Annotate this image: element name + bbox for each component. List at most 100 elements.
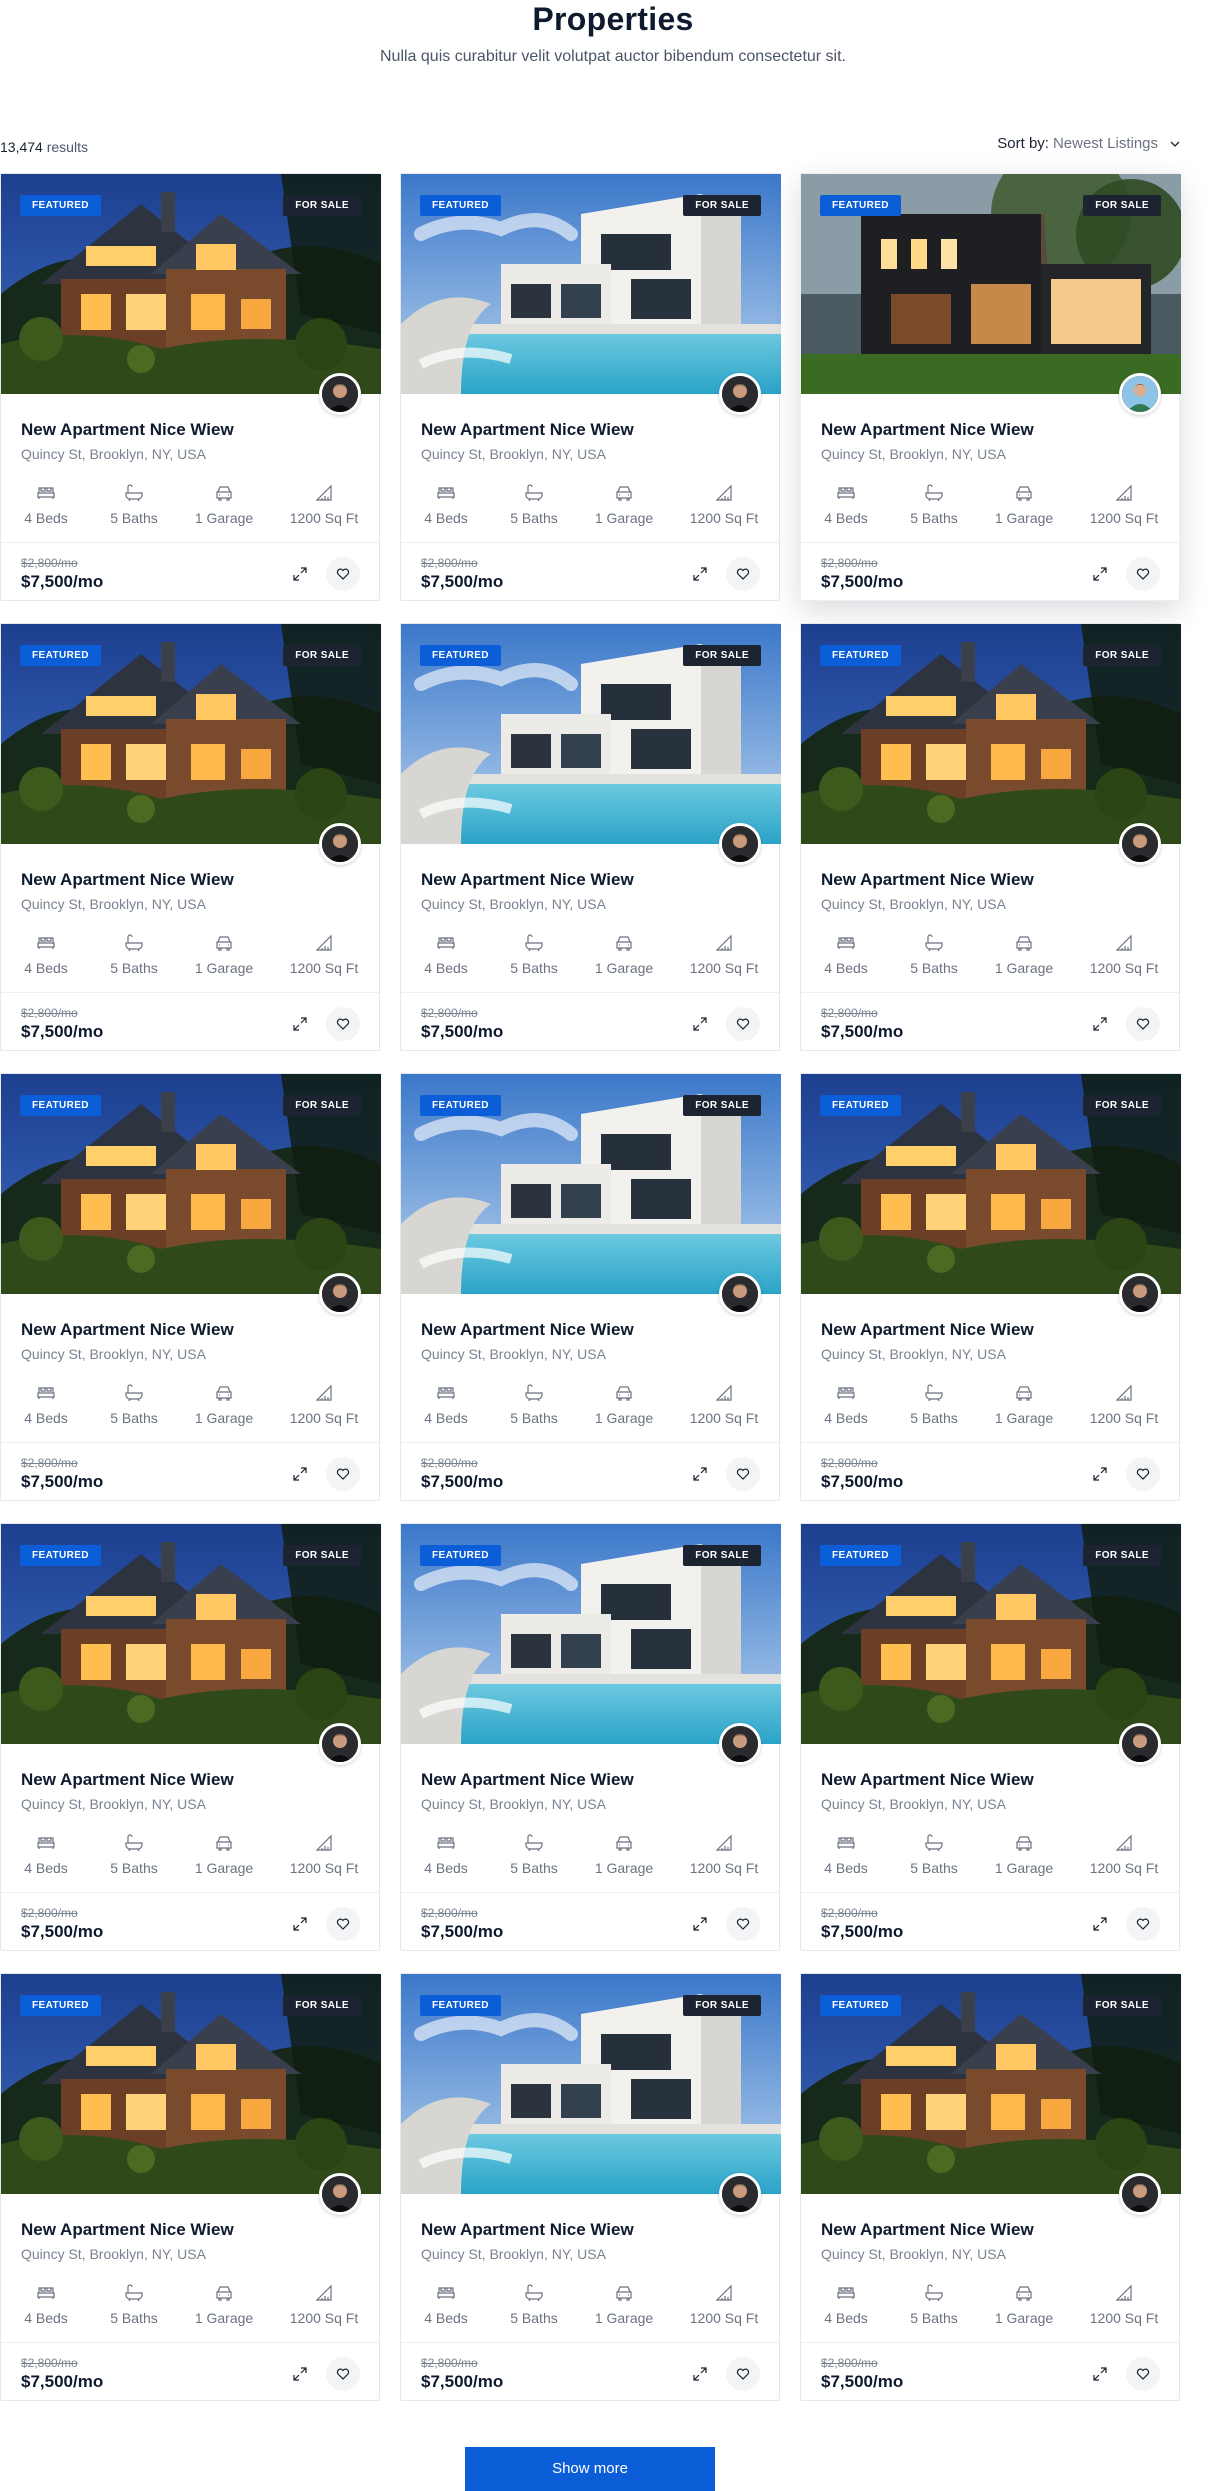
property-image[interactable]: FEATURED FOR SALE (401, 624, 781, 865)
property-title[interactable]: New Apartment Nice Wiew (21, 1770, 234, 1790)
property-card[interactable]: FEATURED FOR SALE New Apartment Nice Wie… (800, 1523, 1181, 1951)
card-divider (1, 1892, 381, 1893)
property-title[interactable]: New Apartment Nice Wiew (21, 2220, 234, 2240)
agent-avatar[interactable] (719, 1723, 761, 1765)
agent-avatar[interactable] (1119, 1723, 1161, 1765)
expand-button[interactable] (1083, 557, 1117, 591)
sort-dropdown[interactable]: Sort by: Newest Listings (997, 135, 1180, 152)
property-card[interactable]: FEATURED FOR SALE New Apartment Nice Wie… (800, 1973, 1181, 2401)
agent-avatar[interactable] (319, 1273, 361, 1315)
agent-avatar[interactable] (319, 373, 361, 415)
agent-avatar[interactable] (1119, 2173, 1161, 2215)
agent-avatar[interactable] (319, 823, 361, 865)
property-title[interactable]: New Apartment Nice Wiew (821, 420, 1034, 440)
favorite-button[interactable] (726, 557, 760, 591)
property-card[interactable]: FEATURED FOR SALE New Apartment Nice Wie… (0, 1973, 381, 2401)
property-card[interactable]: FEATURED FOR SALE New Apartment Nice Wie… (800, 173, 1181, 601)
property-image[interactable]: FEATURED FOR SALE (1, 1074, 381, 1315)
favorite-button[interactable] (1126, 2357, 1160, 2391)
property-card[interactable]: FEATURED FOR SALE New Apartment Nice Wie… (400, 173, 781, 601)
bed-icon (837, 1387, 855, 1399)
favorite-button[interactable] (1126, 1007, 1160, 1041)
property-card[interactable]: FEATURED FOR SALE New Apartment Nice Wie… (400, 1073, 781, 1501)
expand-icon (693, 567, 707, 581)
property-image[interactable]: FEATURED FOR SALE (801, 1524, 1181, 1765)
property-title[interactable]: New Apartment Nice Wiew (821, 870, 1034, 890)
agent-avatar[interactable] (319, 1723, 361, 1765)
property-image[interactable]: FEATURED FOR SALE (1, 624, 381, 865)
property-title[interactable]: New Apartment Nice Wiew (21, 870, 234, 890)
expand-button[interactable] (1083, 1457, 1117, 1491)
property-title[interactable]: New Apartment Nice Wiew (821, 1770, 1034, 1790)
property-image[interactable]: FEATURED FOR SALE (1, 174, 381, 415)
property-card[interactable]: FEATURED FOR SALE New Apartment Nice Wie… (0, 1523, 381, 1951)
expand-button[interactable] (283, 1907, 317, 1941)
favorite-button[interactable] (326, 1457, 360, 1491)
favorite-button[interactable] (1126, 1457, 1160, 1491)
agent-avatar[interactable] (1119, 1273, 1161, 1315)
favorite-button[interactable] (326, 1907, 360, 1941)
property-image[interactable]: FEATURED FOR SALE (1, 1524, 381, 1765)
favorite-button[interactable] (1126, 1907, 1160, 1941)
property-title[interactable]: New Apartment Nice Wiew (821, 1320, 1034, 1340)
property-image[interactable]: FEATURED FOR SALE (801, 1974, 1181, 2215)
property-card[interactable]: FEATURED FOR SALE New Apartment Nice Wie… (0, 623, 381, 1051)
expand-button[interactable] (683, 2357, 717, 2391)
expand-button[interactable] (683, 1007, 717, 1041)
property-image[interactable]: FEATURED FOR SALE (801, 174, 1181, 415)
property-card[interactable]: FEATURED FOR SALE New Apartment Nice Wie… (400, 1973, 781, 2401)
property-title[interactable]: New Apartment Nice Wiew (421, 870, 634, 890)
property-card[interactable]: FEATURED FOR SALE New Apartment Nice Wie… (800, 623, 1181, 1051)
favorite-button[interactable] (1126, 557, 1160, 591)
favorite-button[interactable] (726, 1007, 760, 1041)
expand-button[interactable] (1083, 1907, 1117, 1941)
property-image[interactable]: FEATURED FOR SALE (1, 1974, 381, 2215)
property-title[interactable]: New Apartment Nice Wiew (821, 2220, 1034, 2240)
property-image[interactable]: FEATURED FOR SALE (401, 174, 781, 415)
expand-button[interactable] (283, 2357, 317, 2391)
agent-avatar[interactable] (1119, 373, 1161, 415)
property-card[interactable]: FEATURED FOR SALE New Apartment Nice Wie… (400, 1523, 781, 1951)
expand-button[interactable] (283, 1457, 317, 1491)
favorite-button[interactable] (726, 2357, 760, 2391)
property-title[interactable]: New Apartment Nice Wiew (421, 1770, 634, 1790)
property-card[interactable]: FEATURED FOR SALE New Apartment Nice Wie… (0, 173, 381, 601)
property-card[interactable]: FEATURED FOR SALE New Apartment Nice Wie… (0, 1073, 381, 1501)
agent-avatar[interactable] (319, 2173, 361, 2215)
property-title[interactable]: New Apartment Nice Wiew (421, 2220, 634, 2240)
expand-button[interactable] (683, 1907, 717, 1941)
expand-button[interactable] (283, 1007, 317, 1041)
property-image[interactable]: FEATURED FOR SALE (401, 1974, 781, 2215)
property-features: 4 Beds 5 Baths 1 Garage 1200 Sq Ft (1, 2284, 381, 2328)
property-title[interactable]: New Apartment Nice Wiew (21, 420, 234, 440)
agent-avatar[interactable] (719, 1273, 761, 1315)
property-title[interactable]: New Apartment Nice Wiew (21, 1320, 234, 1340)
favorite-button[interactable] (726, 1457, 760, 1491)
property-image[interactable]: FEATURED FOR SALE (801, 624, 1181, 865)
expand-button[interactable] (683, 557, 717, 591)
agent-avatar[interactable] (719, 823, 761, 865)
property-title[interactable]: New Apartment Nice Wiew (421, 1320, 634, 1340)
property-card[interactable]: FEATURED FOR SALE New Apartment Nice Wie… (800, 1073, 1181, 1501)
agent-photo (1122, 1276, 1158, 1312)
property-image[interactable]: FEATURED FOR SALE (801, 1074, 1181, 1315)
expand-button[interactable] (283, 557, 317, 591)
agent-avatar[interactable] (719, 2173, 761, 2215)
expand-button[interactable] (1083, 2357, 1117, 2391)
favorite-button[interactable] (326, 2357, 360, 2391)
expand-button[interactable] (683, 1457, 717, 1491)
card-divider (1, 992, 381, 993)
property-image[interactable]: FEATURED FOR SALE (401, 1524, 781, 1765)
property-card[interactable]: FEATURED FOR SALE New Apartment Nice Wie… (400, 623, 781, 1051)
agent-avatar[interactable] (719, 373, 761, 415)
old-price: $2,800/mo (421, 1456, 478, 1470)
expand-button[interactable] (1083, 1007, 1117, 1041)
agent-photo (322, 1726, 358, 1762)
show-more-button[interactable]: Show more (465, 2447, 715, 2491)
property-title[interactable]: New Apartment Nice Wiew (421, 420, 634, 440)
agent-avatar[interactable] (1119, 823, 1161, 865)
favorite-button[interactable] (326, 557, 360, 591)
favorite-button[interactable] (326, 1007, 360, 1041)
property-image[interactable]: FEATURED FOR SALE (401, 1074, 781, 1315)
favorite-button[interactable] (726, 1907, 760, 1941)
